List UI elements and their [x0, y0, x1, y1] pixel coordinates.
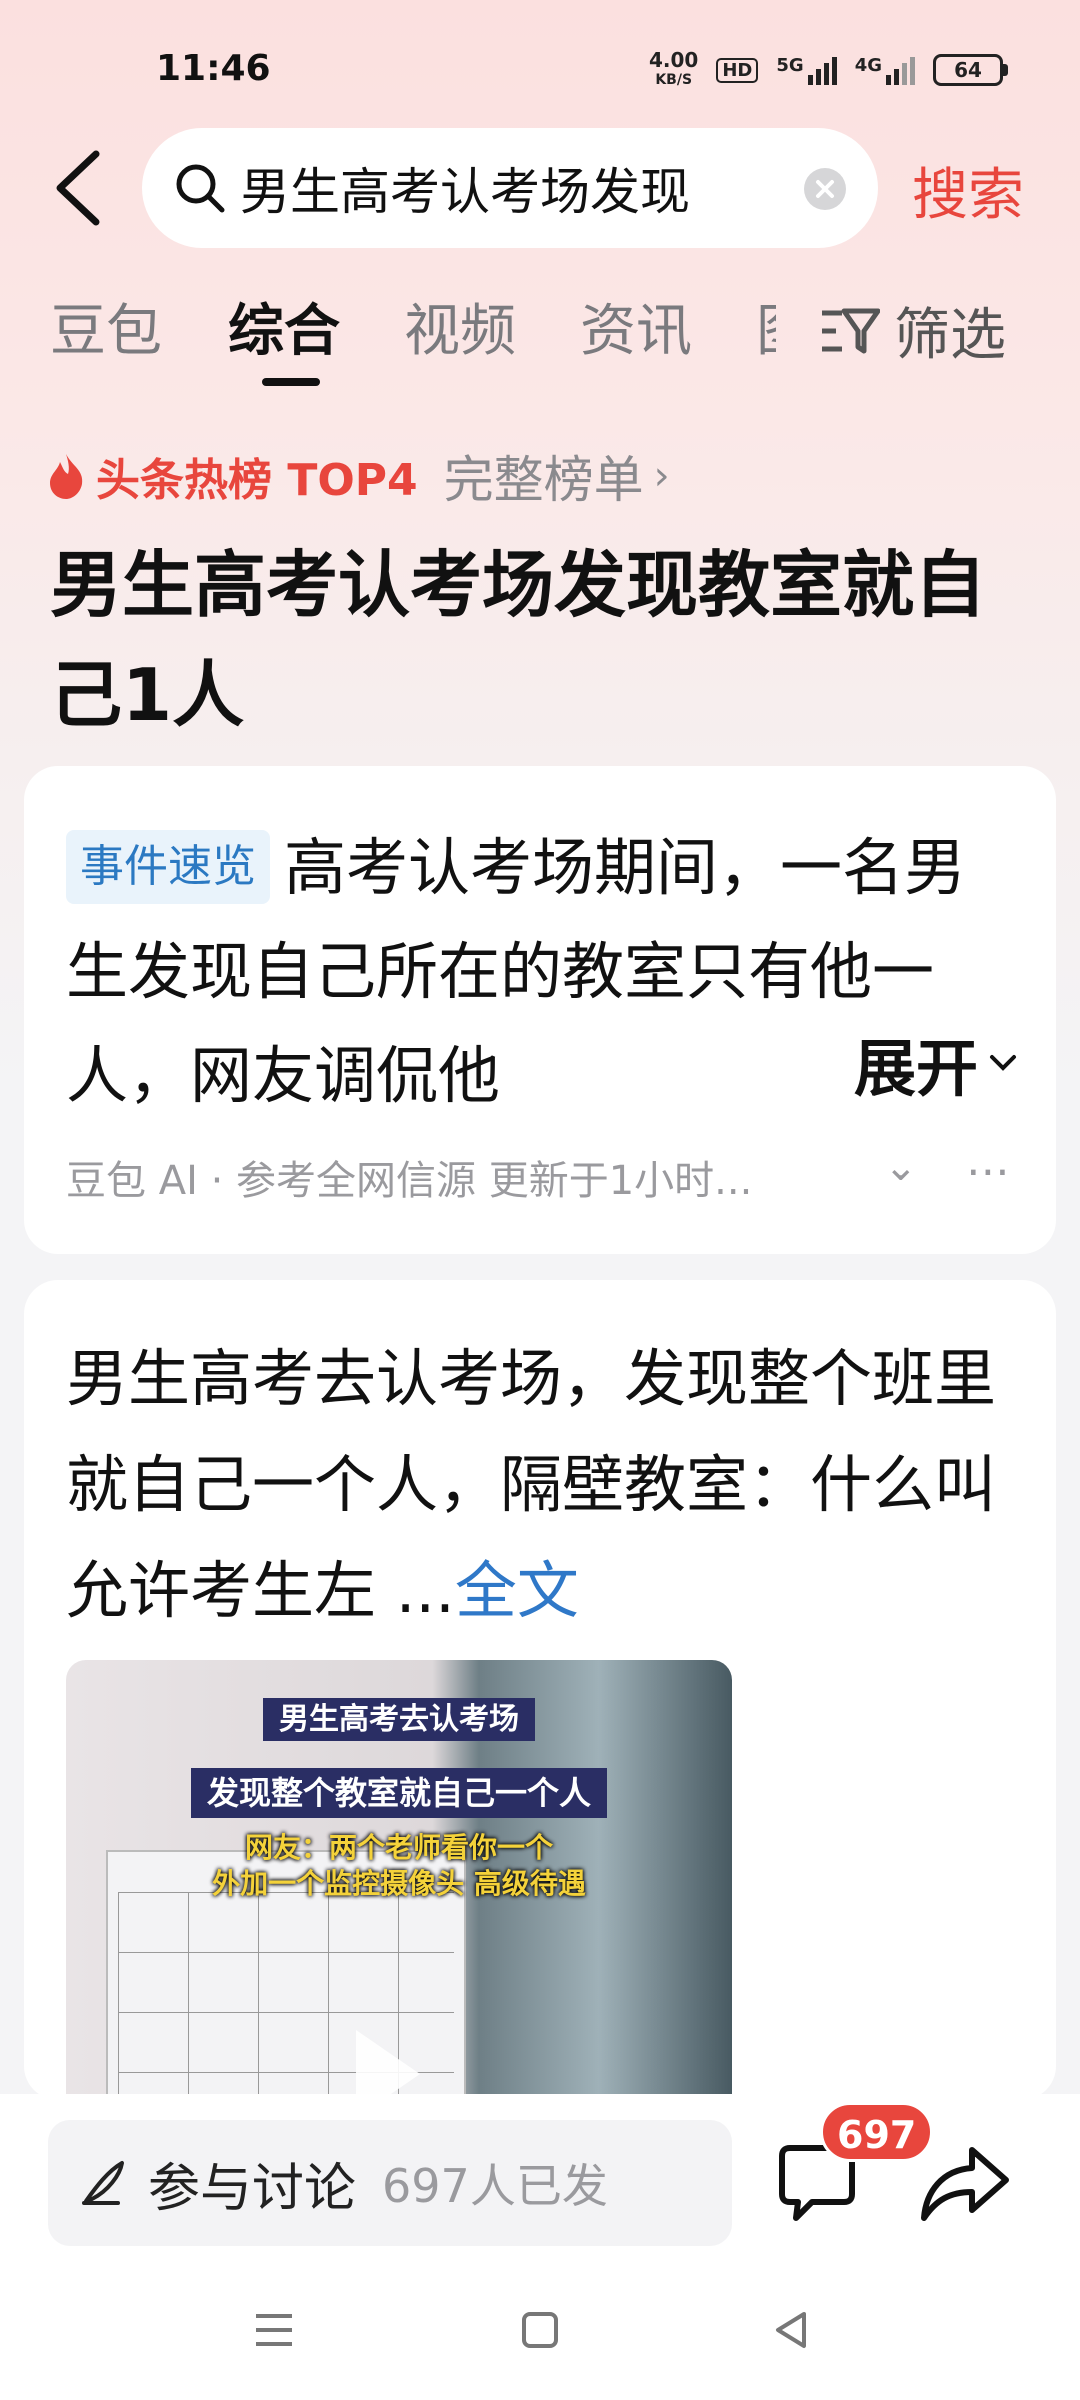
discuss-input[interactable]: 参与讨论 697人已发 [48, 2120, 732, 2246]
video-caption-2: 发现整个教室就自己一个人 [66, 1768, 732, 1818]
search-query[interactable]: 男生高考认考场发现 [240, 152, 780, 224]
summary-source: 豆包 AI · 参考全网信源 更新于1小时... [66, 1158, 753, 1204]
battery-level: 64 [933, 54, 1003, 86]
expand-button[interactable]: 展开 [814, 1018, 1019, 1108]
status-bar: 11:46 4.00 KB/S HD 5G 4G 64 [0, 0, 1080, 130]
tab-doubao[interactable]: 豆包 [50, 286, 162, 367]
source-chevron-down-icon[interactable]: ⌄ [884, 1144, 918, 1190]
share-button[interactable] [916, 2138, 1012, 2228]
summary-card: 事件速览 高考认考场期间，一名男生发现自己所在的教室只有他一人，网友调侃他 展开 … [24, 766, 1056, 1254]
signal-5g-icon: 5G [776, 55, 837, 85]
status-time: 11:46 [156, 48, 271, 89]
filter-label: 筛选 [894, 303, 1006, 368]
menu-icon[interactable] [244, 2300, 304, 2360]
play-icon[interactable] [356, 2030, 420, 2100]
video-caption-1: 男生高考去认考场 [66, 1694, 732, 1741]
share-icon [921, 2147, 1009, 2221]
signal-4g-icon: 4G [855, 55, 915, 85]
tab-news[interactable]: 资讯 [580, 286, 692, 367]
status-icons: 4.00 KB/S HD 5G 4G 64 [649, 50, 1008, 90]
tab-video[interactable]: 视频 [404, 286, 516, 367]
hot-list-label: 头条热榜 TOP4 [96, 455, 418, 506]
search-icon [176, 164, 225, 213]
filter-button[interactable]: 筛选 [820, 290, 1006, 371]
signal-4g-label: 4G [854, 55, 882, 76]
home-icon[interactable] [510, 2300, 570, 2360]
event-tag: 事件速览 [66, 830, 270, 904]
article-text-block: 男生高考去认考场，发现整个班里就自己一个人，隔壁教室：什么叫允许考生左 ...全… [66, 1326, 1026, 1644]
network-speed: 4.00 KB/S [649, 50, 698, 90]
network-speed-unit: KB/S [655, 72, 693, 88]
more-options-icon[interactable]: ⋯ [966, 1146, 1016, 1197]
signal-5g-label: 5G [776, 55, 804, 76]
page-title: 男生高考认考场发现教室就自己1人 [50, 543, 987, 737]
flame-icon [50, 454, 83, 499]
full-text-link[interactable]: 全文 [455, 1554, 579, 1627]
search-input[interactable]: 男生高考认考场发现 [142, 128, 878, 248]
video-thumbnail[interactable]: 男生高考去认考场 发现整个教室就自己一个人 网友：两个老师看你一个 外加一个监控… [66, 1660, 732, 2100]
video-caption-3a: 网友：两个老师看你一个 [244, 1831, 553, 1864]
hot-list-row[interactable]: 头条热榜 TOP4 完整榜单 › [46, 440, 670, 512]
tab-general[interactable]: 综合 [228, 286, 340, 367]
discuss-count: 697人已发 [382, 2159, 608, 2213]
back-arrow-icon [56, 150, 100, 226]
back-button[interactable] [48, 148, 112, 228]
hd-icon: HD [716, 57, 759, 83]
video-caption-3: 网友：两个老师看你一个 外加一个监控摄像头 高级待遇 [66, 1830, 732, 1902]
filter-icon [822, 308, 880, 353]
search-button[interactable]: 搜索 [912, 150, 1024, 231]
article-card[interactable]: 男生高考去认考场，发现整个班里就自己一个人，隔壁教室：什么叫允许考生左 ...全… [24, 1280, 1056, 2100]
tab-active-indicator [262, 378, 320, 386]
full-list-link[interactable]: 完整榜单 [444, 440, 644, 512]
chevron-down-icon [990, 1055, 1017, 1071]
expand-label: 展开 [854, 1032, 979, 1105]
video-caption-3b: 外加一个监控摄像头 高级待遇 [212, 1867, 586, 1900]
clear-icon[interactable] [804, 168, 846, 210]
system-nav-bar [0, 2250, 1080, 2400]
chevron-right-icon: › [653, 453, 670, 499]
discuss-label: 参与讨论 [148, 2158, 357, 2219]
tab-images[interactable]: 图 [756, 286, 776, 367]
back-nav-icon[interactable] [762, 2300, 822, 2360]
network-speed-value: 4.00 [649, 48, 699, 72]
battery-icon: 64 [933, 54, 1008, 86]
pen-icon [82, 2161, 124, 2205]
